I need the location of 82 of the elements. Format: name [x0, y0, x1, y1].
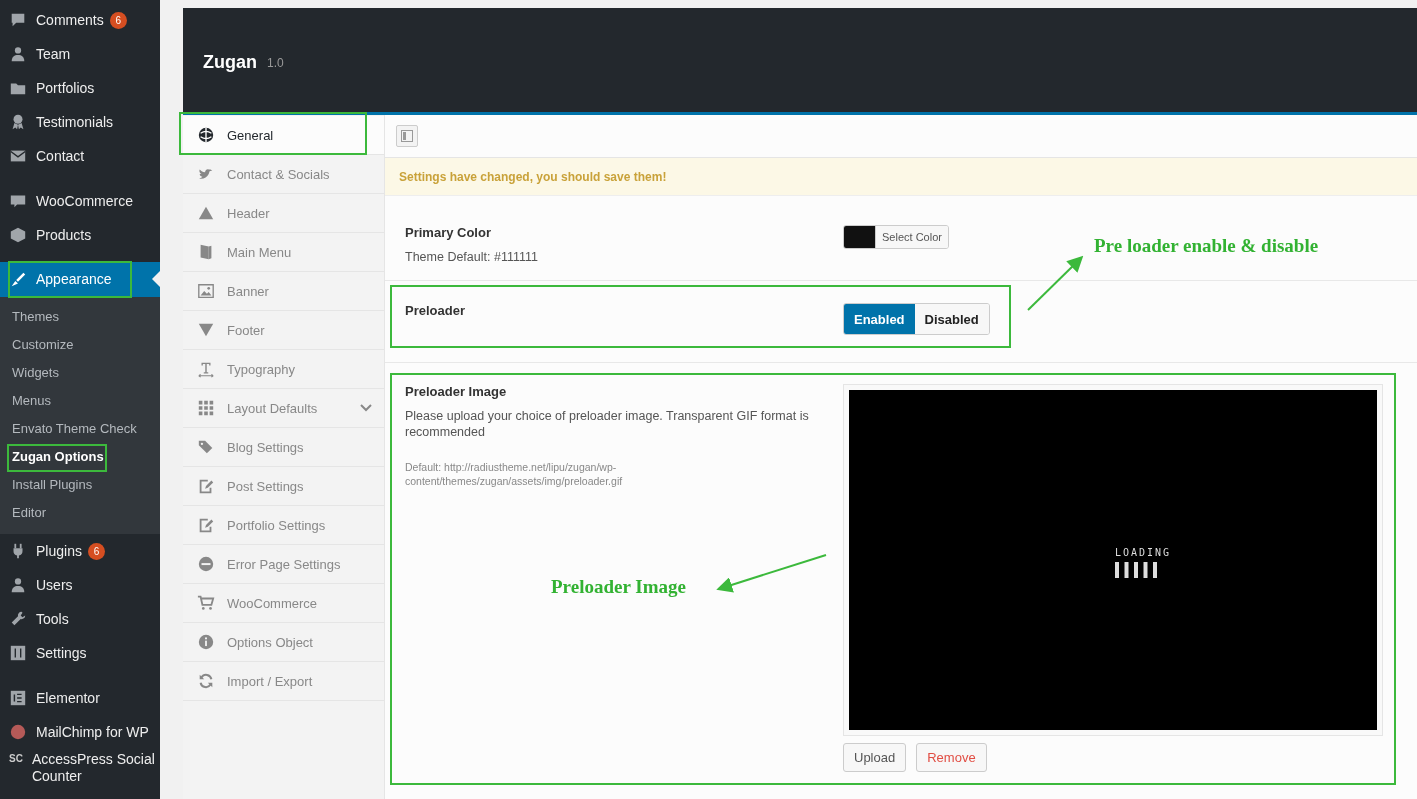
image-icon [197, 282, 215, 300]
nav-item[interactable]: Banner [183, 272, 384, 311]
nav-item[interactable]: Main Menu [183, 233, 384, 272]
annotation-label: Preloader Image [551, 576, 686, 598]
loading-text: LOADING [1114, 546, 1172, 558]
admin-menu-item[interactable]: Tools [0, 602, 160, 636]
count-badge: 6 [109, 11, 127, 29]
submenu-item[interactable]: Install Plugins [0, 471, 160, 499]
paintbrush-icon [9, 270, 27, 289]
submenu-item[interactable]: Envato Theme Check [0, 415, 160, 443]
submenu-item[interactable]: Customize [0, 331, 160, 359]
minus-circle-icon [197, 555, 215, 573]
nav-item[interactable]: Footer [183, 311, 384, 350]
edit-document-icon [197, 477, 215, 495]
toggle-option[interactable]: Enabled [844, 304, 915, 334]
nav-item[interactable]: Header [183, 194, 384, 233]
select-color-button[interactable]: Select Color [875, 226, 948, 248]
nav-item[interactable]: Contact & Socials [183, 155, 384, 194]
person-icon [9, 576, 27, 594]
count-badge: 6 [87, 542, 105, 560]
layout-toggle-button[interactable] [396, 125, 418, 147]
field-description: Theme Default: #111111 [405, 249, 539, 265]
nav-item[interactable]: Import / Export [183, 662, 384, 701]
refresh-icon [197, 672, 215, 690]
submenu-item[interactable]: Widgets [0, 359, 160, 387]
arrow [1027, 255, 1084, 311]
submenu-item[interactable]: Zugan Options [0, 443, 160, 471]
person-icon [9, 45, 27, 63]
nav-item[interactable]: Error Page Settings [183, 545, 384, 584]
admin-menu-item[interactable]: Testimonials [0, 105, 160, 139]
admin-menu-item[interactable]: SC AccessPress Social Counter [0, 749, 160, 791]
field-title: Primary Color [405, 225, 492, 241]
field-title: Preloader [405, 303, 466, 319]
nav-item[interactable]: Blog Settings [183, 428, 384, 467]
elementor-icon [9, 689, 27, 707]
globe-icon [197, 126, 215, 144]
admin-menu-item[interactable]: WooCommerce [0, 184, 160, 218]
nav-item[interactable]: Portfolio Settings [183, 506, 384, 545]
toggle-option[interactable]: Disabled [914, 304, 989, 334]
field-title: Preloader Image [405, 384, 508, 400]
wrench-icon [9, 610, 27, 628]
admin-menu-item[interactable]: Settings [0, 636, 160, 670]
annotation-label: Pre loader enable & disable [1094, 235, 1319, 257]
color-swatch[interactable] [844, 226, 875, 248]
nav-item[interactable]: Layout Defaults [183, 389, 384, 428]
sliders-icon [9, 644, 27, 662]
info-icon [197, 633, 215, 651]
admin-menu-item[interactable]: Contact [0, 139, 160, 173]
admin-menu-item[interactable]: Products [0, 218, 160, 252]
admin-menu-item[interactable]: Appearance [0, 262, 160, 297]
submenu-item[interactable]: Themes [0, 303, 160, 331]
remove-button[interactable]: Remove [916, 743, 987, 772]
panel-title: Zugan [203, 51, 257, 73]
upload-button[interactable]: Upload [843, 743, 907, 772]
admin-menu-item[interactable]: MailChimp for WP [0, 715, 160, 749]
admin-menu-item[interactable]: Plugins 6 [0, 534, 160, 568]
current-indicator [152, 271, 160, 287]
admin-menu-item[interactable]: Users [0, 568, 160, 602]
edit-document-icon [197, 516, 215, 534]
sidebar-layout-icon [401, 130, 413, 142]
nav-item[interactable]: WooCommerce [183, 584, 384, 623]
round-logo-icon [9, 723, 27, 741]
version-label: 1.0 [267, 56, 284, 70]
grid-icon [197, 399, 215, 417]
loading-bars-drawing [1114, 561, 1160, 578]
cube-icon [9, 226, 27, 244]
admin-menu-item[interactable]: Elementor [0, 681, 160, 715]
admin-menu-item[interactable]: Comments 6 [0, 3, 160, 37]
submenu-item[interactable]: Menus [0, 387, 160, 415]
nav-item[interactable]: Typography [183, 350, 384, 389]
cart-icon [197, 594, 215, 612]
admin-menu-item[interactable]: Team [0, 37, 160, 71]
default-value-text: Default: http://radiustheme.net/lipu/zugan/wp-content/themes/zugan/assets/img/preloader.gif [405, 460, 624, 488]
field-description: Please upload your choice of preloader image. Transparent GIF format is recommended [405, 408, 810, 440]
text-size-icon [197, 360, 215, 378]
notice-bar: Settings have changed, you should save them! [385, 158, 1417, 196]
nav-item[interactable]: Options Object [183, 623, 384, 662]
nav-item[interactable]: Post Settings [183, 467, 384, 506]
admin-menu-item[interactable]: Portfolios [0, 71, 160, 105]
tag-icon [197, 438, 215, 456]
submenu-item[interactable]: Editor [0, 499, 160, 527]
sc-logo: SC [9, 753, 23, 764]
